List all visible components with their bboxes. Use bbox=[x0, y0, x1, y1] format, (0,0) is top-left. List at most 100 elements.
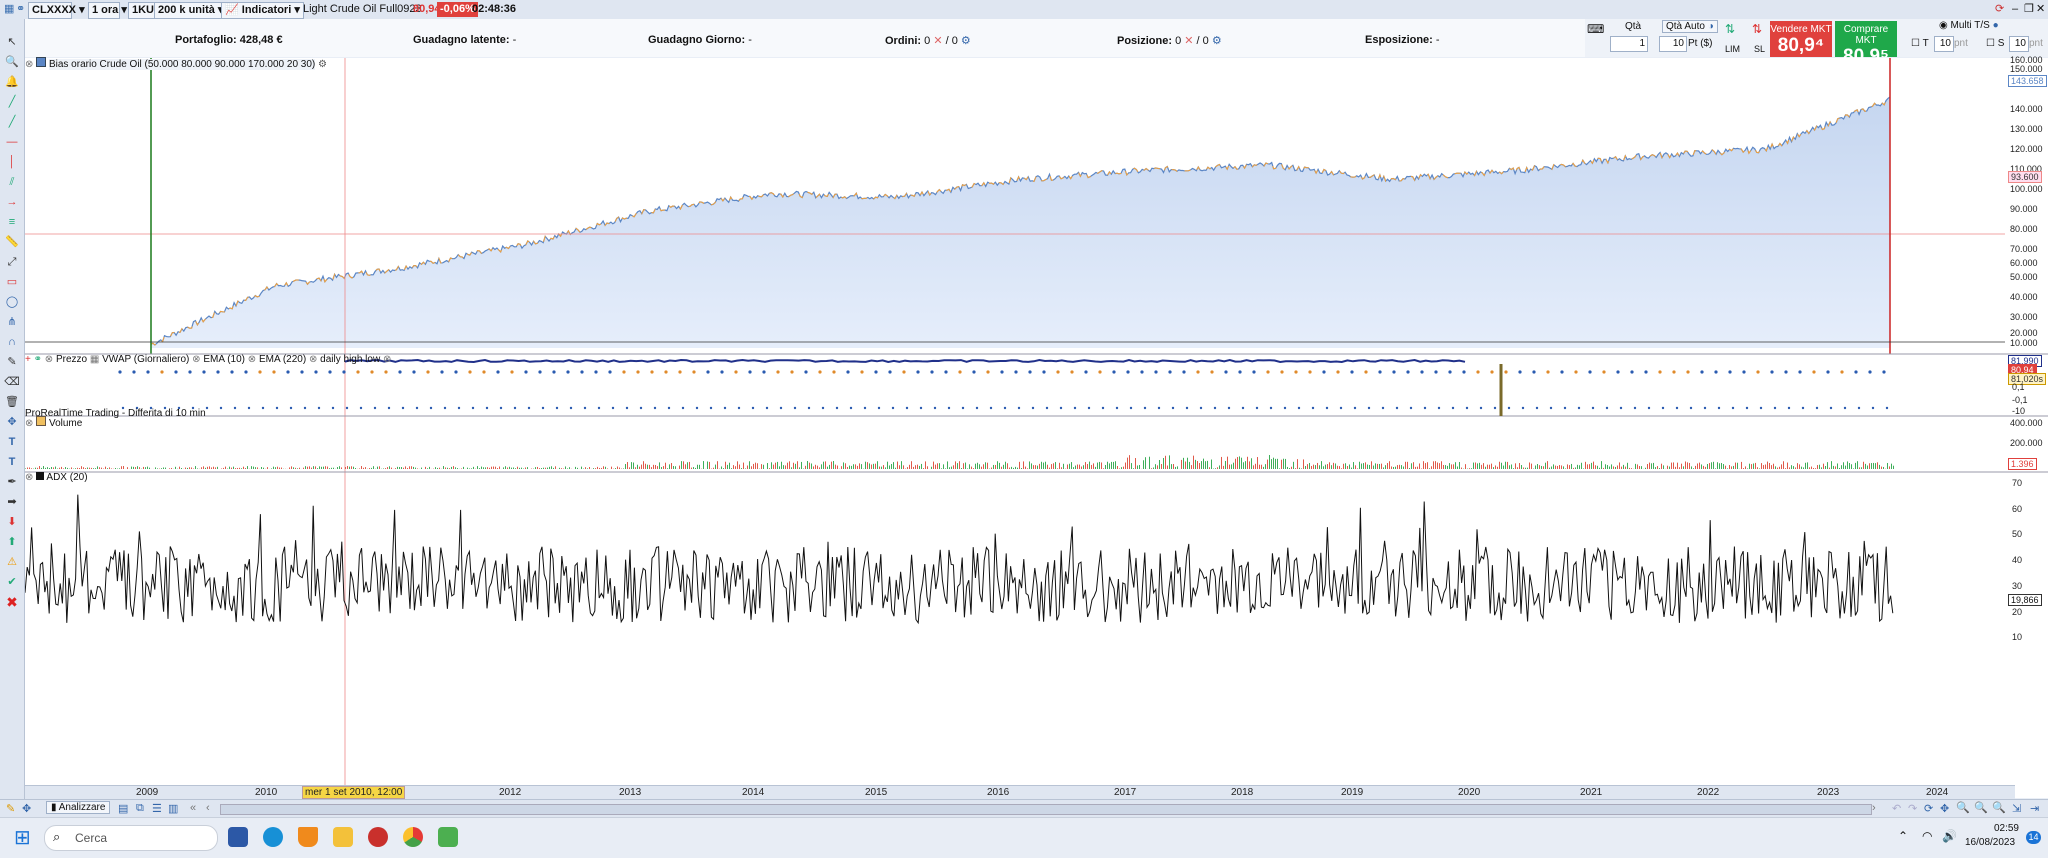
alert-tool-icon[interactable]: 🔔 bbox=[4, 75, 20, 89]
panels-icon[interactable]: ▥ bbox=[168, 802, 178, 815]
ruler-tool-icon[interactable]: 📏 bbox=[4, 235, 20, 249]
ema10-close-icon[interactable]: ⊗ bbox=[248, 354, 256, 365]
horizontal-line-icon[interactable]: — bbox=[4, 135, 20, 149]
target-checkbox[interactable]: ☐ T bbox=[1911, 38, 1929, 49]
grid-icon[interactable]: ▦ bbox=[90, 354, 99, 365]
orders-summary[interactable]: Ordini: 0 ✕ / 0 ⚙ bbox=[885, 34, 971, 47]
tab-daily-high-low[interactable]: daily high low bbox=[320, 354, 380, 365]
target-input[interactable]: 10 bbox=[1934, 36, 1954, 52]
chrome-browser-icon[interactable] bbox=[403, 827, 423, 847]
pointer-tool-icon[interactable]: ↖ bbox=[4, 35, 20, 49]
check-icon[interactable]: ✔ bbox=[4, 575, 20, 589]
trash-tool-icon[interactable]: 🗑 bbox=[4, 395, 20, 409]
undo-icon[interactable]: ↶ bbox=[1892, 802, 1901, 815]
zoom-in-icon[interactable]: 🔍 bbox=[1992, 801, 2006, 814]
prorealtime-app-icon[interactable] bbox=[438, 827, 458, 847]
fit-icon[interactable]: ⇲ bbox=[2012, 802, 2021, 815]
zoom-box-icon[interactable]: 🔍 bbox=[1956, 801, 1970, 814]
calculator-icon[interactable]: ⌨ bbox=[1587, 22, 1604, 36]
eraser-tool-icon[interactable]: ⌫ bbox=[4, 375, 20, 389]
position-summary[interactable]: Posizione: 0 ✕ / 0 ⚙ bbox=[1117, 34, 1222, 47]
delete-icon[interactable]: ✖ bbox=[4, 595, 20, 609]
warning-icon[interactable]: ⚠ bbox=[4, 555, 20, 569]
position-cancel-icon[interactable]: ✕ bbox=[1184, 35, 1193, 47]
panel-close-icon[interactable]: ⊗ bbox=[45, 354, 53, 365]
volume-icon[interactable]: 🔊 bbox=[1942, 829, 1957, 843]
scroll-forward-icon[interactable]: › bbox=[1872, 802, 1876, 814]
multi-ts-toggle[interactable]: ◉ Multi T/S ● bbox=[1939, 20, 1999, 31]
windows-start-icon[interactable]: ⊞ bbox=[14, 825, 31, 850]
buy-market-button[interactable]: Comprare MKT 80,9⁵ bbox=[1835, 21, 1897, 57]
refresh-chart-icon[interactable]: ⟳ bbox=[1924, 802, 1933, 815]
close-icon[interactable]: ✕ bbox=[2036, 2, 2045, 17]
vlc-icon[interactable] bbox=[298, 827, 318, 847]
panel-close-icon[interactable]: ⊗ bbox=[25, 472, 33, 483]
channel-tool-icon[interactable]: ⫽ bbox=[4, 175, 20, 189]
link-icon[interactable]: ⚭ bbox=[34, 354, 42, 365]
list-icon[interactable]: ☰ bbox=[152, 802, 162, 815]
analyzer-button[interactable]: ▮ Analizzare bbox=[46, 801, 110, 814]
date-axis[interactable]: 2009 2010 2011 2012 2013 2014 2015 2016 … bbox=[25, 785, 2015, 800]
pen-tool-icon[interactable]: ✒ bbox=[4, 475, 20, 489]
horizontal-scrollbar[interactable] bbox=[220, 804, 1872, 815]
calendar-app-icon[interactable] bbox=[228, 827, 248, 847]
qty-auto-button[interactable]: Qtà Auto ◑ bbox=[1662, 20, 1718, 33]
sell-market-button[interactable]: Vendere MKT 80,9⁴ bbox=[1770, 21, 1832, 57]
indicators-button[interactable]: 📈 Indicatori ▾ bbox=[221, 2, 304, 19]
adx-title[interactable]: ADX (20) bbox=[46, 472, 87, 483]
refresh-icon[interactable]: ⟳ bbox=[1995, 2, 2004, 17]
file-explorer-icon[interactable] bbox=[333, 827, 353, 847]
stop-checkbox[interactable]: ☐ S bbox=[1986, 38, 2004, 49]
zoom-out-icon[interactable]: 🔍 bbox=[1974, 801, 1988, 814]
clock-time-display[interactable]: 02:59 bbox=[1985, 823, 2019, 834]
panel-close-icon[interactable]: ⊗ bbox=[25, 418, 33, 429]
link-icon[interactable]: ⚭ bbox=[16, 2, 25, 17]
line-tool-icon[interactable]: ╱ bbox=[4, 95, 20, 109]
arrow-tool-icon[interactable]: → bbox=[4, 195, 20, 209]
symbol-select[interactable]: CLXXXX ▾ bbox=[28, 2, 72, 19]
up-arrow-icon[interactable]: ⬆ bbox=[4, 535, 20, 549]
vwap-close-icon[interactable]: ⊗ bbox=[192, 354, 200, 365]
window-icon[interactable]: ▤ bbox=[118, 802, 128, 815]
orders-link-icon[interactable]: ⚙ bbox=[961, 35, 971, 47]
media-app-icon[interactable] bbox=[368, 827, 388, 847]
timeframe-select[interactable]: 1 ora ▾ bbox=[88, 2, 120, 19]
magnet-tool-icon[interactable]: ∩ bbox=[4, 335, 20, 349]
main-panel-title[interactable]: Bias orario Crude Oil (50.000 80.000 90.… bbox=[49, 59, 315, 70]
tray-chevron-icon[interactable]: ⌃ bbox=[1898, 829, 1908, 843]
right-arrow-icon[interactable]: ➡ bbox=[4, 495, 20, 509]
edge-browser-icon[interactable] bbox=[263, 827, 283, 847]
tab-ema10[interactable]: EMA (10) bbox=[203, 354, 245, 365]
points-input[interactable]: 10 bbox=[1659, 36, 1687, 52]
wifi-icon[interactable]: ◠ bbox=[1922, 829, 1932, 843]
pencil-icon[interactable]: ✎ bbox=[6, 802, 15, 815]
notification-badge[interactable]: 14 bbox=[2026, 831, 2041, 844]
move-tool-icon[interactable]: ✥ bbox=[4, 415, 20, 429]
settings-icon[interactable]: ⚙ bbox=[318, 59, 327, 70]
rectangle-tool-icon[interactable]: ▭ bbox=[4, 275, 20, 289]
stop-loss-icon[interactable]: ⇅ bbox=[1752, 22, 1762, 36]
orders-cancel-icon[interactable]: ✕ bbox=[933, 35, 942, 47]
stop-loss-label[interactable]: SL bbox=[1754, 44, 1765, 54]
down-arrow-icon[interactable]: ⬇ bbox=[4, 515, 20, 529]
qty-input[interactable]: 1 bbox=[1610, 36, 1648, 52]
tab-price[interactable]: Prezzo bbox=[56, 354, 87, 365]
taskbar-search[interactable]: ⌕ Cerca bbox=[44, 825, 218, 851]
minimize-icon[interactable]: ‒ bbox=[2012, 2, 2018, 17]
text-box-tool-icon[interactable]: T bbox=[4, 455, 20, 469]
text-tool-icon[interactable]: T bbox=[4, 435, 20, 449]
chart-area[interactable]: ⊗ Bias orario Crude Oil (50.000 80.000 9… bbox=[25, 58, 2048, 798]
clock-date-display[interactable]: 16/08/2023 bbox=[1965, 837, 2015, 848]
restore-icon[interactable]: ❐ bbox=[2024, 2, 2034, 17]
limit-label[interactable]: LIM bbox=[1725, 44, 1740, 54]
volume-title[interactable]: Volume bbox=[49, 418, 82, 429]
copy-icon[interactable]: ⧉ bbox=[136, 802, 144, 815]
layout-icon[interactable]: ▦ bbox=[4, 2, 14, 17]
vertical-line-icon[interactable]: │ bbox=[4, 155, 20, 169]
chart-canvas[interactable] bbox=[25, 58, 2048, 785]
ellipse-tool-icon[interactable]: ◯ bbox=[4, 295, 20, 309]
daily-close-icon[interactable]: ⊗ bbox=[383, 354, 391, 365]
trendline-tool-icon[interactable]: ╱ bbox=[4, 115, 20, 129]
scroll-end-icon[interactable]: ⇥ bbox=[2030, 802, 2039, 815]
tab-ema220[interactable]: EMA (220) bbox=[259, 354, 306, 365]
